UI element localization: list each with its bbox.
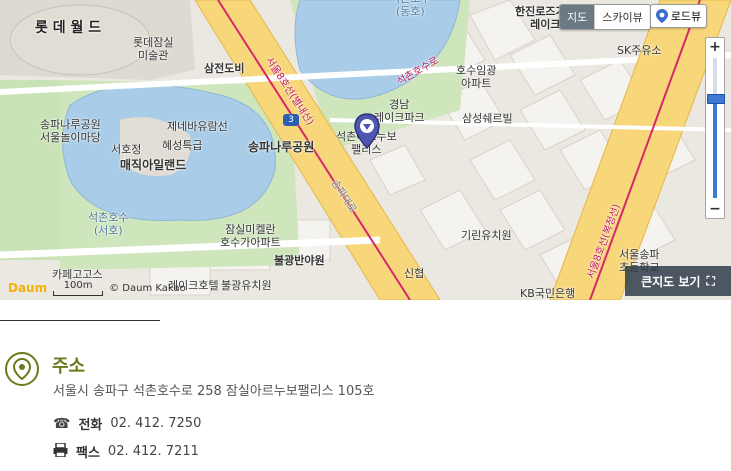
roadview-label: 로드뷰 [670, 10, 702, 23]
fax-row: 팩스 02. 412. 7211 [53, 441, 199, 461]
copyright-text: © Daum Kakao [109, 282, 186, 294]
map-label-songpa-park-left[interactable]: 송파나루공원 서울놀이마당 [40, 118, 101, 144]
map-label-bulgwang[interactable]: 불광반야원 [274, 254, 325, 267]
expand-icon: ⛶ [706, 273, 715, 288]
address-info: 주소 서울시 송파구 석촌호수로 258 잠실아르누보팰리스 105호 ☎ 전화… [0, 340, 731, 471]
map-label-seohojeong[interactable]: 서호정 [111, 143, 141, 156]
map-label-bulgwang-kinder[interactable]: 불광유치원 [221, 279, 272, 292]
zoom-control[interactable]: + − [705, 37, 725, 219]
phone-label: 전화 [78, 418, 103, 433]
big-map-button[interactable]: 큰지도 보기 ⛶ [625, 266, 731, 296]
fax-icon [53, 441, 68, 461]
fax-number: 02. 412. 7211 [107, 444, 199, 459]
map-label-magic-island[interactable]: 매직아일랜드 [120, 159, 186, 172]
roadview-pin-icon [655, 9, 668, 23]
zoom-slider-handle[interactable] [707, 94, 725, 105]
route-number-badge: 3 [288, 115, 294, 125]
map-label-lake-east[interactable]: 석촌호수 (동호) [390, 0, 430, 18]
scale-label: 100m [63, 280, 93, 291]
zoom-out-button[interactable]: − [706, 200, 724, 218]
map-label-gyeongnam[interactable]: 경남 레이크파크 [374, 98, 425, 124]
phone-number[interactable]: 02. 412. 7250 [110, 416, 201, 431]
map-label-kirin[interactable]: 기린유치원 [461, 229, 512, 242]
map-type-tab-skyview[interactable]: 스카이뷰 [595, 5, 649, 29]
map-label-hyesung[interactable]: 혜성특급 [162, 139, 202, 152]
daum-logo[interactable]: Daum [8, 281, 47, 295]
phone-icon: ☎ [53, 415, 71, 432]
map-label-lotte-art[interactable]: 롯데잠실 미술관 [133, 36, 173, 62]
map-label-samjeon[interactable]: 삼전도비 [204, 62, 244, 75]
map-view[interactable]: 롯 데 월 드 롯데잠실 미술관 삼전도비 송파나루공원 서울놀이마당 제네바유… [0, 0, 731, 300]
zoom-in-button[interactable]: + [706, 38, 724, 56]
phone-row: ☎ 전화 02. 412. 7250 [53, 414, 201, 434]
map-label-kb[interactable]: KB국민은행 [520, 287, 575, 300]
map-label-geneva[interactable]: 제네바유람선 [167, 120, 228, 133]
location-pin-icon[interactable] [354, 113, 380, 149]
scale-bar-line [53, 291, 104, 296]
map-label-lotte-world[interactable]: 롯 데 월 드 [35, 21, 101, 35]
fax-label: 팩스 [76, 446, 100, 461]
map-label-sk-oil[interactable]: SK주유소 [617, 44, 662, 57]
map-label-hosu-apt[interactable]: 호수임광 아파트 [456, 64, 496, 90]
map-label-samsung[interactable]: 삼성쉐르빌 [462, 112, 513, 125]
map-label-seochon-lake[interactable]: 석촌호수 (서호) [88, 211, 128, 237]
scale-bar: 100m [53, 280, 104, 296]
location-marker-icon [5, 352, 39, 386]
address-title: 주소 [52, 356, 86, 377]
address-text: 서울시 송파구 석촌호수로 258 잠실아르누보팰리스 105호 [53, 384, 375, 399]
map-type-switch[interactable]: 지도 스카이뷰 [559, 4, 651, 30]
roadview-button[interactable]: 로드뷰 [650, 4, 707, 28]
map-label-jamsil-michelan[interactable]: 잠실미켈란 호수가아파트 [220, 223, 281, 249]
section-divider [0, 320, 160, 321]
map-type-tab-map[interactable]: 지도 [560, 5, 596, 29]
big-map-label: 큰지도 보기 [641, 274, 701, 289]
map-label-songpa-park[interactable]: 송파나루공원 [248, 141, 314, 154]
map-footer: Daum 100m © Daum Kakao [8, 280, 186, 296]
map-label-sinhan[interactable]: 신협 [404, 267, 424, 280]
zoom-level-fill [713, 102, 717, 198]
